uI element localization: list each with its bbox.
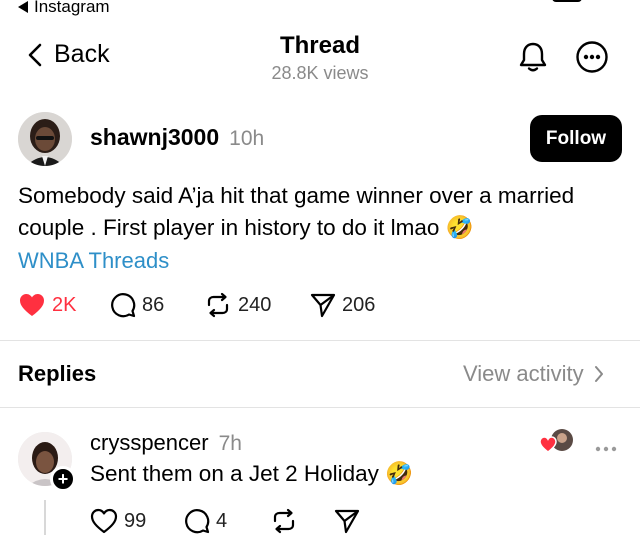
post-header: shawnj3000 10h <box>90 124 264 151</box>
heart-icon <box>539 436 557 453</box>
comment-icon <box>111 293 136 318</box>
comment-icon <box>185 509 210 534</box>
replies-heading: Replies <box>18 361 97 386</box>
chevron-right-icon <box>594 366 603 382</box>
reply-comment-button[interactable]: 4 <box>184 508 270 534</box>
view-activity-label: View activity <box>463 361 584 386</box>
repost-icon <box>207 292 229 318</box>
post-text-line: Somebody said A’ja hit that game winner … <box>18 183 575 208</box>
comment-button[interactable]: 86 <box>110 292 204 318</box>
share-button[interactable]: 206 <box>310 292 375 318</box>
heart-icon <box>20 294 44 316</box>
profile-photo <box>18 112 72 166</box>
post-text-line: couple . First player in history to do i… <box>18 212 618 244</box>
reply-like-button[interactable]: 99 <box>90 508 184 534</box>
like-count: 2K <box>52 293 77 316</box>
back-triangle-icon <box>18 1 28 13</box>
more-icon <box>576 41 608 73</box>
back-app-label: Instagram <box>34 0 110 16</box>
repost-count: 240 <box>238 293 272 316</box>
status-bar-back-to-app[interactable]: Instagram <box>18 0 110 17</box>
topic-tag-link[interactable]: WNBA Threads <box>18 248 169 274</box>
reply-text-body: Sent them on a Jet 2 Holiday <box>90 461 379 486</box>
repost-icon <box>273 508 295 534</box>
thread-connector-line <box>44 500 46 535</box>
comment-count: 86 <box>142 293 165 316</box>
reply-actions: 99 4 <box>90 508 360 534</box>
avatar[interactable] <box>18 112 72 166</box>
reply-share-button[interactable] <box>334 508 360 534</box>
share-icon <box>334 509 360 534</box>
post-text: Somebody said A’ja hit that game winner … <box>18 180 618 244</box>
share-count: 206 <box>342 293 376 316</box>
reply-timestamp: 7h <box>218 432 242 455</box>
more-icon <box>595 446 617 452</box>
like-button[interactable]: 2K <box>18 292 110 318</box>
reply-username[interactable]: crysspencer <box>90 430 209 456</box>
heart-icon <box>90 508 118 534</box>
rofl-emoji: 🤣 <box>445 215 474 240</box>
reply-like-count: 99 <box>124 509 147 532</box>
share-icon <box>310 293 336 318</box>
battery-icon <box>552 0 582 2</box>
reply-more-button[interactable] <box>594 440 618 458</box>
post-text-line-2: couple . First player in history to do i… <box>18 215 440 240</box>
post-username[interactable]: shawnj3000 <box>90 124 219 151</box>
post-timestamp: 10h <box>229 127 265 150</box>
author-liked-indicator <box>538 428 574 461</box>
reply-repost-button[interactable] <box>270 508 334 534</box>
more-options-button[interactable] <box>575 40 609 79</box>
follow-button[interactable]: Follow <box>530 115 622 162</box>
reply-text: Sent them on a Jet 2 Holiday 🤣 <box>90 461 413 487</box>
reply-header: crysspencer 7h <box>90 430 242 456</box>
rofl-emoji: 🤣 <box>385 461 414 486</box>
reply-comment-count: 4 <box>216 509 228 532</box>
repost-button[interactable]: 240 <box>204 292 310 318</box>
notifications-button[interactable] <box>516 40 550 79</box>
follow-plus-badge[interactable]: + <box>50 466 76 492</box>
bell-icon <box>519 42 547 72</box>
divider <box>0 407 640 408</box>
post-actions: 2K 86 240 206 <box>18 292 375 318</box>
divider <box>0 340 640 341</box>
view-activity-link[interactable]: View activity <box>463 361 604 387</box>
